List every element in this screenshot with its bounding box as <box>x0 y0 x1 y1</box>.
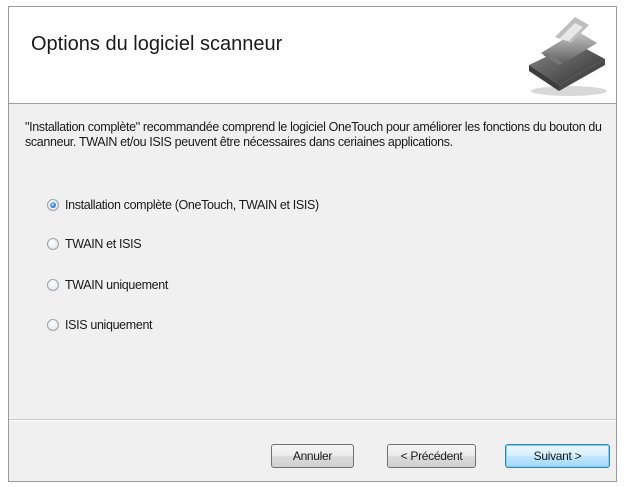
scanner-icon <box>529 17 607 96</box>
option-full-install[interactable]: Installation complète (OneTouch, TWAIN e… <box>47 195 319 215</box>
option-label: TWAIN uniquement <box>65 278 169 292</box>
next-button[interactable]: Suivant > <box>505 444 610 468</box>
footer-divider <box>9 419 616 421</box>
dialog-header: Options du logiciel scanneur <box>9 7 616 104</box>
option-twain-isis[interactable]: TWAIN et ISIS <box>47 234 142 254</box>
description-text: "Installation complète" recommandée comp… <box>25 120 602 149</box>
previous-button[interactable]: < Précédent <box>387 444 476 468</box>
option-twain-only[interactable]: TWAIN uniquement <box>47 275 168 295</box>
radio-button[interactable] <box>47 319 59 331</box>
option-label: TWAIN et ISIS <box>65 237 142 251</box>
option-label: ISIS uniquement <box>65 318 153 332</box>
option-label: Installation complète (OneTouch, TWAIN e… <box>65 198 319 212</box>
setup-dialog: Options du logiciel scanneur "Installati… <box>8 6 617 482</box>
cancel-button[interactable]: Annuler <box>271 444 354 468</box>
dialog-title: Options du logiciel scanneur <box>31 33 283 55</box>
option-isis-only[interactable]: ISIS uniquement <box>47 315 153 335</box>
radio-button[interactable] <box>47 238 59 250</box>
radio-button[interactable] <box>47 279 59 291</box>
radio-button-selected[interactable] <box>47 199 59 211</box>
